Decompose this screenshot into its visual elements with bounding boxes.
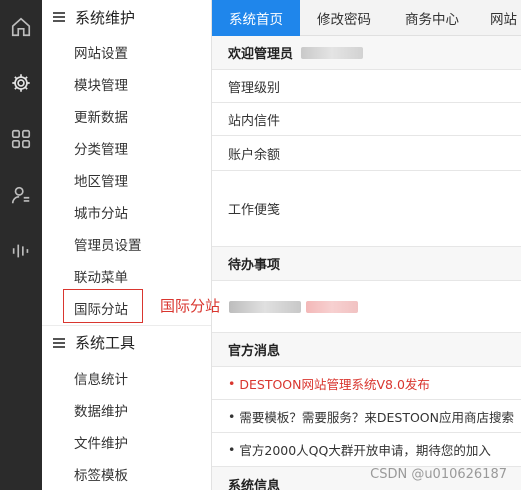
- menu-item-data-maintenance[interactable]: 数据维护: [74, 395, 128, 425]
- todo-header: 待办事项: [212, 247, 521, 281]
- menu-item-file-maintenance[interactable]: 文件维护: [74, 427, 128, 457]
- menu-item-tag-templates[interactable]: 标签模板: [74, 459, 128, 489]
- admin-level-row: 管理级别: [212, 70, 521, 103]
- balance-label: 账户余额: [228, 147, 281, 163]
- redacted-text: [228, 300, 301, 313]
- menu-group-system-maintenance[interactable]: 系统维护: [42, 0, 211, 34]
- menu-item-statistics[interactable]: 信息统计: [74, 363, 128, 393]
- redacted-text: [305, 300, 358, 313]
- top-tab-bar: 系统首页 修改密码 商务中心 网站: [212, 0, 521, 36]
- tab-system-home[interactable]: 系统首页: [212, 0, 300, 36]
- welcome-text: 欢迎管理员: [228, 47, 294, 62]
- menu-group-system-tools[interactable]: 系统工具: [42, 325, 211, 359]
- redacted-username: [301, 46, 364, 59]
- menu-group-title: 系统维护: [75, 8, 136, 27]
- news-item[interactable]: • 需要模板？需要服务？来DESTOON应用商店搜索: [212, 400, 521, 433]
- sysinfo-title: 系统信息: [228, 478, 281, 490]
- news-link[interactable]: DESTOON网站管理系统V8.0发布: [239, 374, 430, 393]
- balance-row: 账户余额: [212, 136, 521, 171]
- welcome-row: 欢迎管理员: [212, 36, 521, 70]
- inbox-row: 站内信件: [212, 103, 521, 136]
- menu-item-linkage-menu[interactable]: 联动菜单: [74, 261, 128, 291]
- inbox-label: 站内信件: [228, 113, 281, 129]
- news-item[interactable]: • DESTOON网站管理系统V8.0发布: [212, 367, 521, 400]
- menu-item-admin-settings[interactable]: 管理员设置: [74, 229, 142, 259]
- tab-website[interactable]: 网站: [476, 0, 521, 36]
- menu-item-module-management[interactable]: 模块管理: [74, 69, 128, 99]
- notes-row: 工作便笺: [212, 171, 521, 247]
- news-link[interactable]: 官方2000人QQ大群开放申请，期待您的加入: [239, 440, 491, 459]
- news-item[interactable]: • 官方2000人QQ大群开放申请，期待您的加入: [212, 433, 521, 467]
- todo-title: 待办事项: [228, 258, 281, 273]
- watermark: CSDN @u010626187: [370, 467, 507, 482]
- user-list-icon[interactable]: [0, 170, 42, 220]
- menu-item-city-substation[interactable]: 城市分站: [74, 197, 128, 227]
- bars-icon[interactable]: [0, 226, 42, 276]
- menu-group-title: 系统工具: [75, 334, 136, 352]
- menu-item-category-management[interactable]: 分类管理: [74, 133, 128, 163]
- tab-business-center[interactable]: 商务中心: [388, 0, 476, 36]
- gear-icon[interactable]: [0, 58, 42, 108]
- menu-item-update-data[interactable]: 更新数据: [74, 101, 128, 131]
- home-icon[interactable]: [0, 2, 42, 52]
- news-link[interactable]: 需要模板？需要服务？来DESTOON应用商店搜索: [239, 407, 514, 426]
- menu-lines-icon: [53, 337, 65, 348]
- menu-lines-icon: [53, 12, 65, 22]
- admin-level-label: 管理级别: [228, 80, 281, 96]
- annotation-text: 国际分站: [160, 297, 221, 315]
- menu-item-site-settings[interactable]: 网站设置: [74, 37, 128, 67]
- annotation-label: 国际分站: [160, 295, 358, 316]
- news-title: 官方消息: [228, 344, 281, 359]
- icon-rail: [0, 0, 42, 490]
- notes-label: 工作便笺: [228, 203, 281, 218]
- news-header: 官方消息: [212, 333, 521, 367]
- menu-item-international-substation[interactable]: 国际分站: [74, 293, 128, 323]
- grid-icon[interactable]: [0, 114, 42, 164]
- sidebar-menu: 系统维护 网站设置 模块管理 更新数据 分类管理 地区管理 城市分站 管理员设置…: [42, 0, 212, 490]
- menu-item-region-management[interactable]: 地区管理: [74, 165, 128, 195]
- tab-change-password[interactable]: 修改密码: [300, 0, 388, 36]
